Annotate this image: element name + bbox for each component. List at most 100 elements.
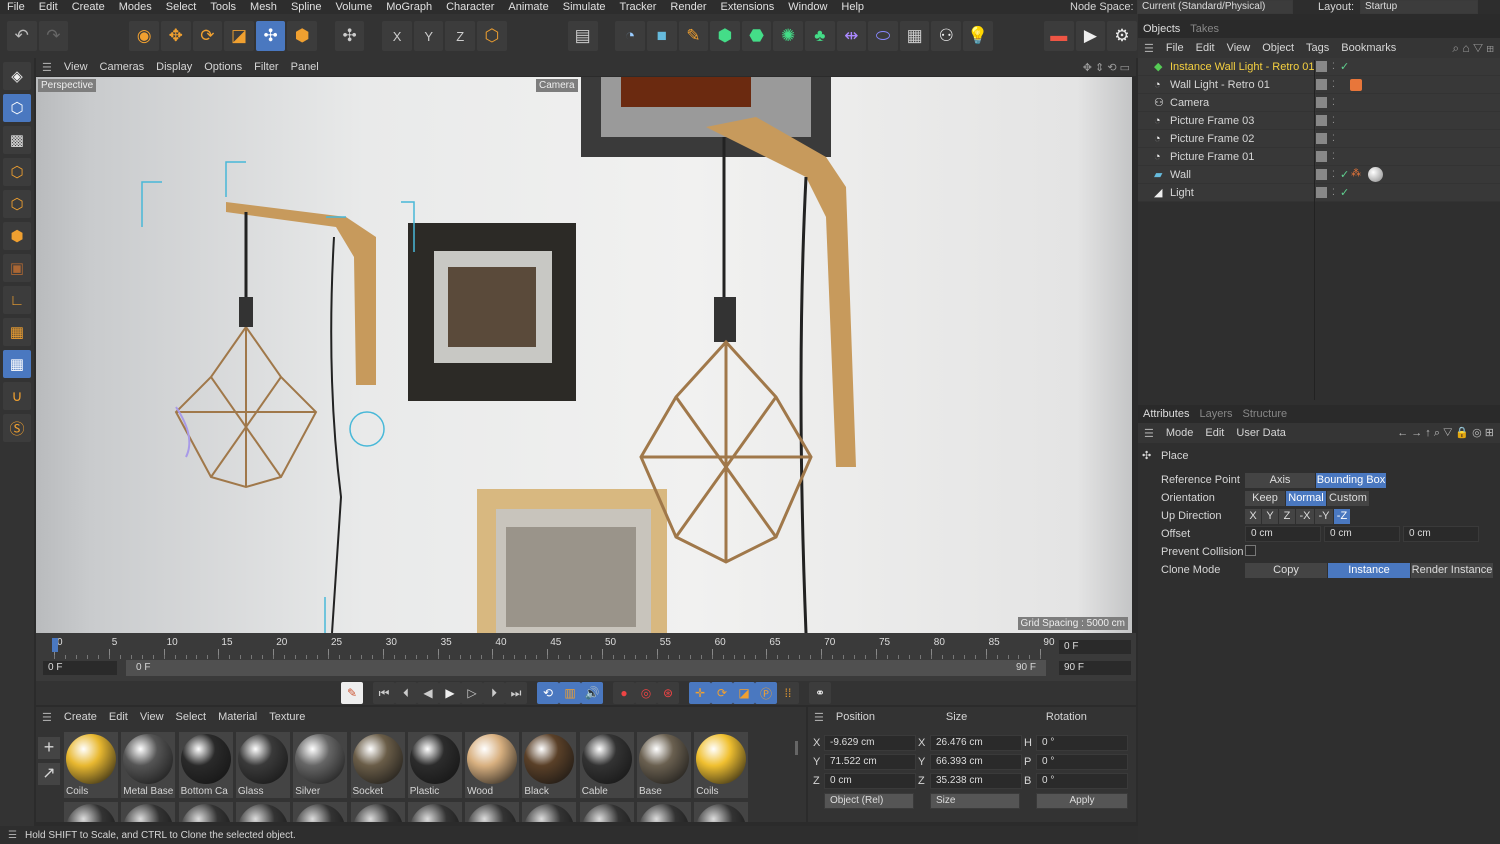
editor-visibility-toggle[interactable] xyxy=(1316,187,1327,198)
menu-character[interactable]: Character xyxy=(439,1,501,13)
offset-field[interactable]: 0 cm xyxy=(1403,526,1479,542)
scale-tool-icon[interactable]: ◪ xyxy=(224,21,254,51)
polygons-mode-icon[interactable]: ⬢ xyxy=(3,222,31,250)
material-swatch[interactable] xyxy=(293,802,348,822)
keyframe-selection-icon[interactable]: ⊛ xyxy=(657,682,679,704)
apply-material-icon[interactable]: ↗ xyxy=(38,763,60,785)
key-pla-icon[interactable]: ⁞⁞ xyxy=(777,682,799,704)
model-mode-icon[interactable]: ◈ xyxy=(3,62,31,90)
hamburger-icon[interactable]: ☰ xyxy=(36,711,58,724)
tab-layers[interactable]: Layers xyxy=(1194,408,1237,420)
cloner-icon[interactable]: ✺ xyxy=(773,21,803,51)
material-menu-select[interactable]: Select xyxy=(170,711,213,723)
snap-icon[interactable]: ▦ xyxy=(3,318,31,346)
material-swatch[interactable] xyxy=(637,802,691,822)
editor-visibility-toggle[interactable] xyxy=(1316,133,1327,144)
option-clone_mode-instance[interactable]: Instance xyxy=(1328,563,1410,578)
tab-structure[interactable]: Structure xyxy=(1238,408,1293,420)
hamburger-icon[interactable]: ☰ xyxy=(36,61,58,74)
x-axis-lock-icon[interactable]: X xyxy=(382,21,412,51)
material-swatch[interactable] xyxy=(522,802,577,822)
option-orientation-normal[interactable]: Normal xyxy=(1286,491,1326,506)
autokey-icon[interactable]: ● xyxy=(613,682,635,704)
go-to-start-icon[interactable]: ⏮ xyxy=(373,682,395,704)
size-field[interactable]: 35.238 cm xyxy=(930,773,1022,789)
render-region-icon[interactable]: ▬ xyxy=(1043,21,1074,51)
visibility-dots[interactable]: ⁚ xyxy=(1332,97,1335,108)
menu-window[interactable]: Window xyxy=(781,1,834,13)
play-icon[interactable]: ▶ xyxy=(439,682,461,704)
apply-button[interactable]: Apply xyxy=(1036,793,1128,809)
option-up_direction-y[interactable]: Y xyxy=(1262,509,1278,524)
menu-mesh[interactable]: Mesh xyxy=(243,1,284,13)
timeline-ruler[interactable]: 0 5 10 15 20 25 30 35 40 45 50 55 60 65 70 75 80 85 90 xyxy=(36,635,1055,661)
menu-mograph[interactable]: MoGraph xyxy=(379,1,439,13)
size-field[interactable]: 26.476 cm xyxy=(930,735,1022,751)
undo-icon[interactable]: ↶ xyxy=(6,21,37,51)
size-field[interactable]: 66.393 cm xyxy=(930,754,1022,770)
tab-objects[interactable]: Objects xyxy=(1138,23,1185,35)
key-scale-icon[interactable]: ◪ xyxy=(733,682,755,704)
material-swatch[interactable]: Coils xyxy=(694,732,749,798)
object-manager-tool-icons[interactable]: ⌕ ⌂ ▽ ⊞ xyxy=(1452,41,1494,56)
object-row[interactable]: ◆ Instance Wall Light - Retro 01 ⁚ ✓ xyxy=(1138,58,1500,76)
menu-animate[interactable]: Animate xyxy=(501,1,555,13)
node-space-select[interactable]: Current (Standard/Physical) xyxy=(1137,0,1293,14)
mograph-icon[interactable]: ♣ xyxy=(804,21,835,51)
viewport-menu-panel[interactable]: Panel xyxy=(285,61,325,73)
render-settings-icon[interactable]: ⚙ xyxy=(1107,21,1137,51)
visibility-dots[interactable]: ⁚ xyxy=(1332,151,1335,162)
material-swatch[interactable]: Glass xyxy=(235,732,290,798)
option-reference_point-bounding-box[interactable]: Bounding Box xyxy=(1316,473,1386,488)
magnet-icon[interactable]: ∪ xyxy=(3,382,31,410)
add-material-icon[interactable]: + xyxy=(38,737,60,759)
hamburger-icon[interactable]: ☰ xyxy=(1138,42,1160,55)
prevent-collision-checkbox[interactable] xyxy=(1245,545,1256,556)
material-swatch[interactable]: Bottom Ca xyxy=(178,732,233,798)
object-row[interactable]: ◔ Picture Frame 02 ⁚ xyxy=(1138,130,1500,148)
material-swatch[interactable]: Metal Base xyxy=(121,732,176,798)
hamburger-icon[interactable]: ☰ xyxy=(1138,427,1160,440)
menu-spline[interactable]: Spline xyxy=(284,1,329,13)
hamburger-icon[interactable]: ☰ xyxy=(808,711,830,724)
layout-select[interactable]: Startup xyxy=(1360,0,1478,14)
axis-mode-icon[interactable]: ∟ xyxy=(3,286,31,314)
option-orientation-keep[interactable]: Keep xyxy=(1245,491,1285,506)
null-object-icon[interactable]: ◔ xyxy=(615,21,645,51)
previous-frame-icon[interactable]: ◀ xyxy=(417,682,439,704)
material-menu-material[interactable]: Material xyxy=(212,711,263,723)
option-up_direction--y[interactable]: -Y xyxy=(1315,509,1333,524)
editor-visibility-toggle[interactable] xyxy=(1316,151,1327,162)
editor-visibility-toggle[interactable] xyxy=(1316,97,1327,108)
z-axis-lock-icon[interactable]: Z xyxy=(445,21,476,51)
material-swatch[interactable] xyxy=(407,802,462,822)
playhead[interactable] xyxy=(52,638,58,652)
workplane-icon[interactable]: ▦ xyxy=(3,350,31,378)
key-parameter-icon[interactable]: Ⓟ xyxy=(755,682,777,704)
material-swatch[interactable]: Wood xyxy=(465,732,520,798)
attr-menu-mode[interactable]: Mode xyxy=(1160,427,1200,439)
material-menu-edit[interactable]: Edit xyxy=(103,711,134,723)
hamburger-icon[interactable]: ☰ xyxy=(0,830,25,841)
transform-tool-icon[interactable]: ⬢ xyxy=(287,21,318,51)
option-up_direction--z[interactable]: -Z xyxy=(1334,509,1350,524)
option-up_direction-x[interactable]: X xyxy=(1245,509,1261,524)
previous-key-icon[interactable]: ⏴ xyxy=(395,682,417,704)
viewport-3d[interactable]: Perspective Camera Grid Spacing : 5000 c… xyxy=(36,77,1132,633)
rotation-field[interactable]: 0 ° xyxy=(1036,773,1128,789)
object-mode-icon[interactable]: ⬡ xyxy=(3,94,31,122)
visibility-dots[interactable]: ⁚ xyxy=(1332,61,1335,72)
object-menu-file[interactable]: File xyxy=(1160,42,1190,54)
option-up_direction-z[interactable]: Z xyxy=(1279,509,1295,524)
enabled-check-icon[interactable]: ✓ xyxy=(1340,60,1349,73)
option-clone_mode-render-instance[interactable]: Render Instance xyxy=(1411,563,1493,578)
rotate-tool-icon[interactable]: ⟳ xyxy=(192,21,223,51)
visibility-dots[interactable]: ⁚ xyxy=(1332,115,1335,126)
menu-simulate[interactable]: Simulate xyxy=(556,1,613,13)
menu-tools[interactable]: Tools xyxy=(203,1,243,13)
material-swatch[interactable]: Black xyxy=(522,732,577,798)
object-row[interactable]: ⚇ Camera ⁚ xyxy=(1138,94,1500,112)
motion-system-icon[interactable]: ⚭ xyxy=(809,682,831,704)
light-bulb-icon[interactable]: 💡 xyxy=(963,21,993,51)
editor-visibility-toggle[interactable] xyxy=(1316,115,1327,126)
